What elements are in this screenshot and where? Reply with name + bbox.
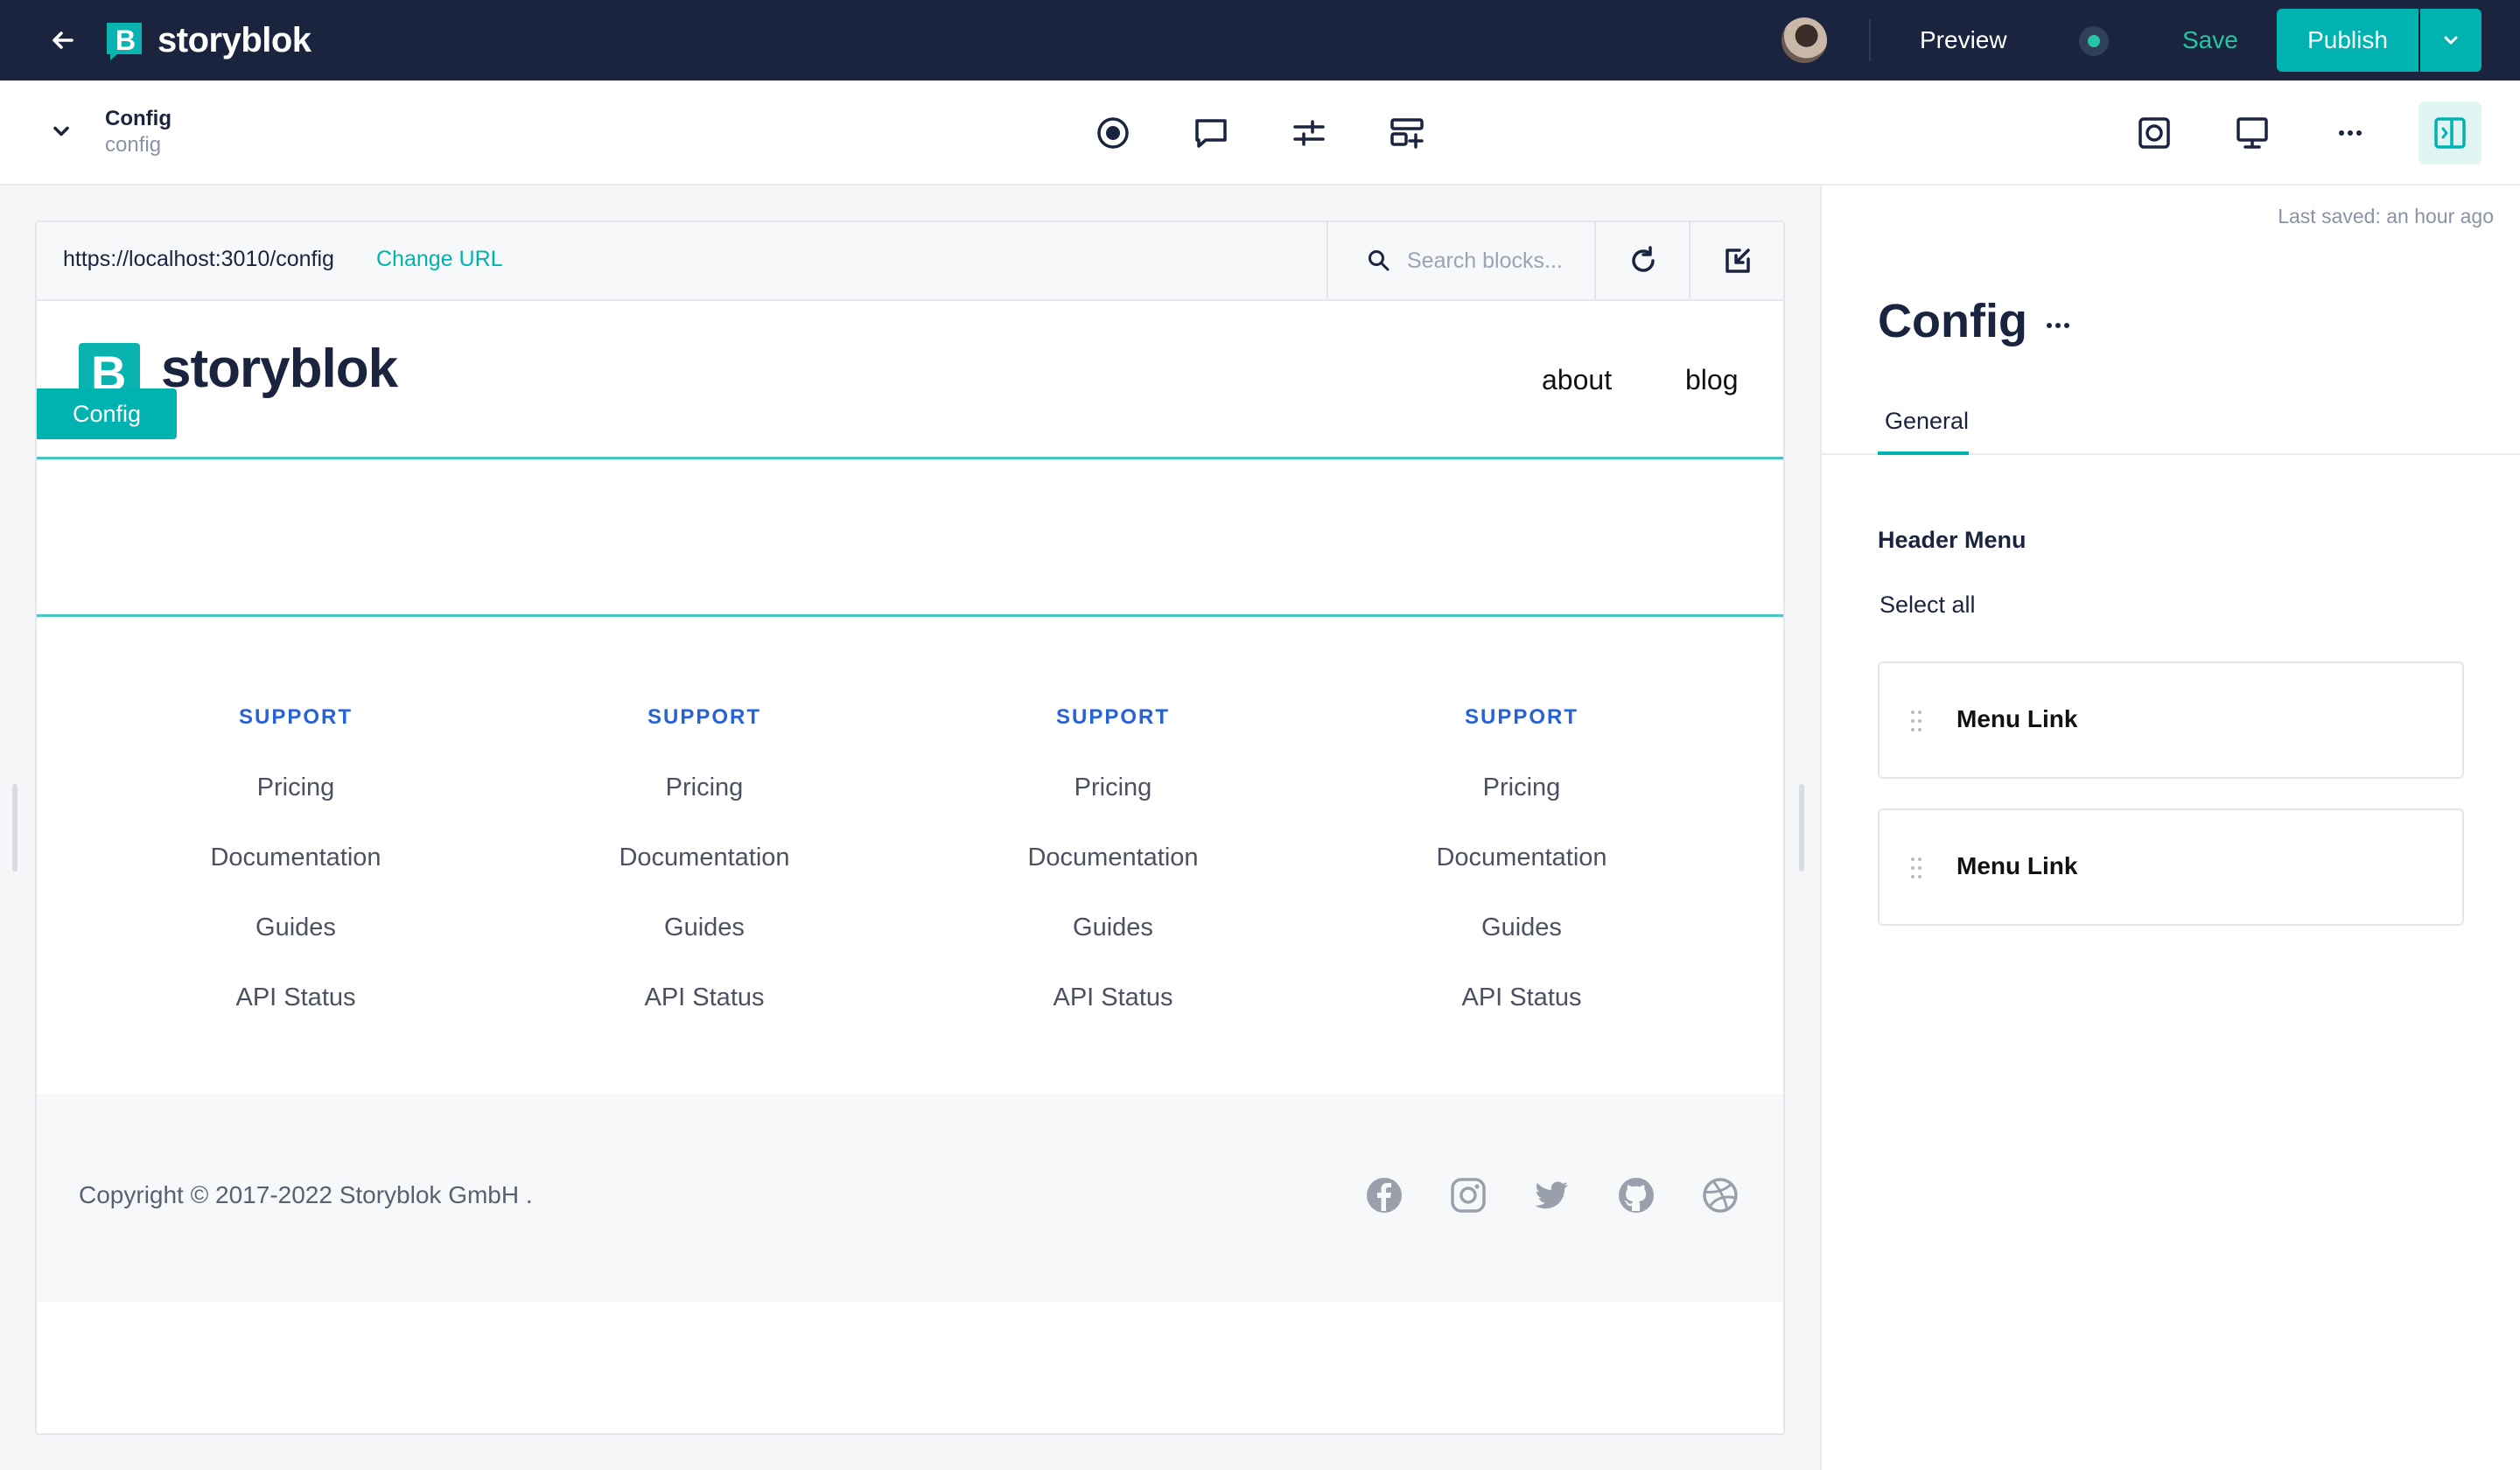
comment-icon[interactable]	[1192, 114, 1230, 152]
search-icon	[1368, 250, 1390, 271]
change-url-link[interactable]: Change URL	[376, 247, 503, 272]
story-name: Config	[105, 107, 172, 130]
top-bar: B storyblok Preview Save Publish	[0, 0, 2520, 80]
footer-link-documentation[interactable]: Documentation	[1347, 822, 1697, 892]
footer-link-pricing[interactable]: Pricing	[121, 752, 471, 822]
preview-url: https://localhost:3010/config	[63, 247, 334, 271]
block-item-menu-link[interactable]: Menu Link	[1878, 808, 2464, 926]
block-name: Menu Link	[1956, 705, 2078, 732]
instagram-icon[interactable]	[1449, 1176, 1488, 1214]
panel-title: Config	[1878, 295, 2027, 347]
publish-button[interactable]: Publish	[2277, 9, 2418, 72]
copyright-footer: Copyright © 2017-2022 Storyblok GmbH .	[37, 1094, 1783, 1302]
search-placeholder: Search blocks...	[1407, 248, 1563, 273]
field-label-header-menu: Header Menu	[1878, 527, 2026, 553]
drag-handle-icon[interactable]	[1909, 709, 1923, 733]
add-block-icon[interactable]	[1388, 114, 1426, 152]
svg-text:B: B	[116, 24, 136, 56]
footer-link-documentation[interactable]: Documentation	[529, 822, 879, 892]
content-divider	[37, 614, 1783, 617]
open-external-button[interactable]	[1689, 222, 1783, 299]
facebook-icon[interactable]	[1365, 1176, 1404, 1214]
sidebar-panel-icon	[2434, 117, 2466, 149]
active-tab-indicator	[1878, 452, 1969, 455]
footer-link-guides[interactable]: Guides	[1347, 892, 1697, 962]
header-divider	[37, 457, 1783, 459]
external-link-icon	[1726, 248, 1750, 273]
record-icon[interactable]	[1094, 114, 1132, 152]
last-saved-status: Last saved: an hour ago	[2278, 205, 2494, 228]
editor-toolbar: Config config	[0, 80, 2520, 186]
footer-link-pricing[interactable]: Pricing	[1347, 752, 1697, 822]
drag-handle-icon[interactable]	[1909, 856, 1923, 880]
footer-column: SUPPORT Pricing Documentation Guides API…	[529, 700, 879, 1032]
footer-link-pricing[interactable]: Pricing	[529, 752, 879, 822]
chevron-down-icon[interactable]	[49, 119, 74, 144]
footer-link-api-status[interactable]: API Status	[938, 962, 1288, 1032]
sliders-icon[interactable]	[1290, 114, 1328, 152]
footer-link-api-status[interactable]: API Status	[1347, 962, 1697, 1032]
refresh-icon	[1632, 246, 1655, 272]
footer-link-documentation[interactable]: Documentation	[938, 822, 1288, 892]
footer-link-pricing[interactable]: Pricing	[938, 752, 1288, 822]
footer-link-guides[interactable]: Guides	[938, 892, 1288, 962]
footer-link-api-status[interactable]: API Status	[529, 962, 879, 1032]
config-block-tag[interactable]: Config	[37, 388, 177, 439]
divider	[1869, 19, 1871, 61]
reload-button[interactable]	[1594, 222, 1689, 299]
dribbble-icon[interactable]	[1701, 1176, 1740, 1214]
more-options-icon[interactable]	[2040, 317, 2076, 334]
user-avatar[interactable]	[1782, 18, 1827, 63]
storyblok-logo-icon: B	[107, 23, 142, 60]
site-brand-name: storyblok	[161, 339, 398, 399]
footer-heading: SUPPORT	[238, 705, 353, 729]
content-panel: Last saved: an hour ago Config General H…	[1820, 186, 2520, 1470]
select-all-link[interactable]: Select all	[1880, 592, 1976, 619]
footer-link-documentation[interactable]: Documentation	[121, 822, 471, 892]
search-blocks-input[interactable]: Search blocks...	[1326, 222, 1594, 299]
desktop-icon[interactable]	[2233, 114, 2272, 152]
brand-name: storyblok	[158, 21, 312, 60]
preview-button[interactable]: Preview	[1920, 24, 2007, 56]
back-arrow-icon[interactable]	[46, 23, 80, 58]
toggle-panel-button[interactable]	[2418, 102, 2482, 164]
preview-url-bar: https://localhost:3010/config Change URL…	[37, 222, 1783, 301]
footer-heading: SUPPORT	[1464, 705, 1578, 729]
block-item-menu-link[interactable]: Menu Link	[1878, 662, 2464, 779]
twitter-icon[interactable]	[1533, 1176, 1572, 1214]
tab-general[interactable]: General	[1885, 408, 1969, 435]
footer-link-guides[interactable]: Guides	[529, 892, 879, 962]
footer-heading: SUPPORT	[1055, 705, 1170, 729]
copyright-text: Copyright © 2017-2022 Storyblok GmbH .	[79, 1181, 533, 1208]
resize-handle-right[interactable]	[1799, 784, 1804, 872]
preview-frame: https://localhost:3010/config Change URL…	[35, 220, 1785, 1435]
more-options-icon[interactable]	[2331, 114, 2370, 152]
story-slug: config	[105, 133, 162, 157]
footer-column: SUPPORT Pricing Documentation Guides API…	[1347, 700, 1697, 1032]
chevron-down-icon	[2444, 36, 2458, 45]
block-name: Menu Link	[1956, 852, 2078, 879]
footer-link-api-status[interactable]: API Status	[121, 962, 471, 1032]
resize-handle-left[interactable]	[12, 784, 18, 872]
screenshot-icon[interactable]	[2135, 114, 2174, 152]
footer-heading: SUPPORT	[647, 705, 761, 729]
github-icon[interactable]	[1617, 1176, 1656, 1214]
footer-link-guides[interactable]: Guides	[121, 892, 471, 962]
footer-column: SUPPORT Pricing Documentation Guides API…	[938, 700, 1288, 1032]
save-button[interactable]: Save	[2182, 24, 2238, 56]
footer-column: SUPPORT Pricing Documentation Guides API…	[121, 700, 471, 1032]
nav-link-about[interactable]: about	[1542, 364, 1612, 396]
status-indicator-icon[interactable]	[2079, 26, 2109, 56]
publish-options-button[interactable]	[2420, 9, 2482, 72]
nav-link-blog[interactable]: blog	[1685, 364, 1739, 396]
